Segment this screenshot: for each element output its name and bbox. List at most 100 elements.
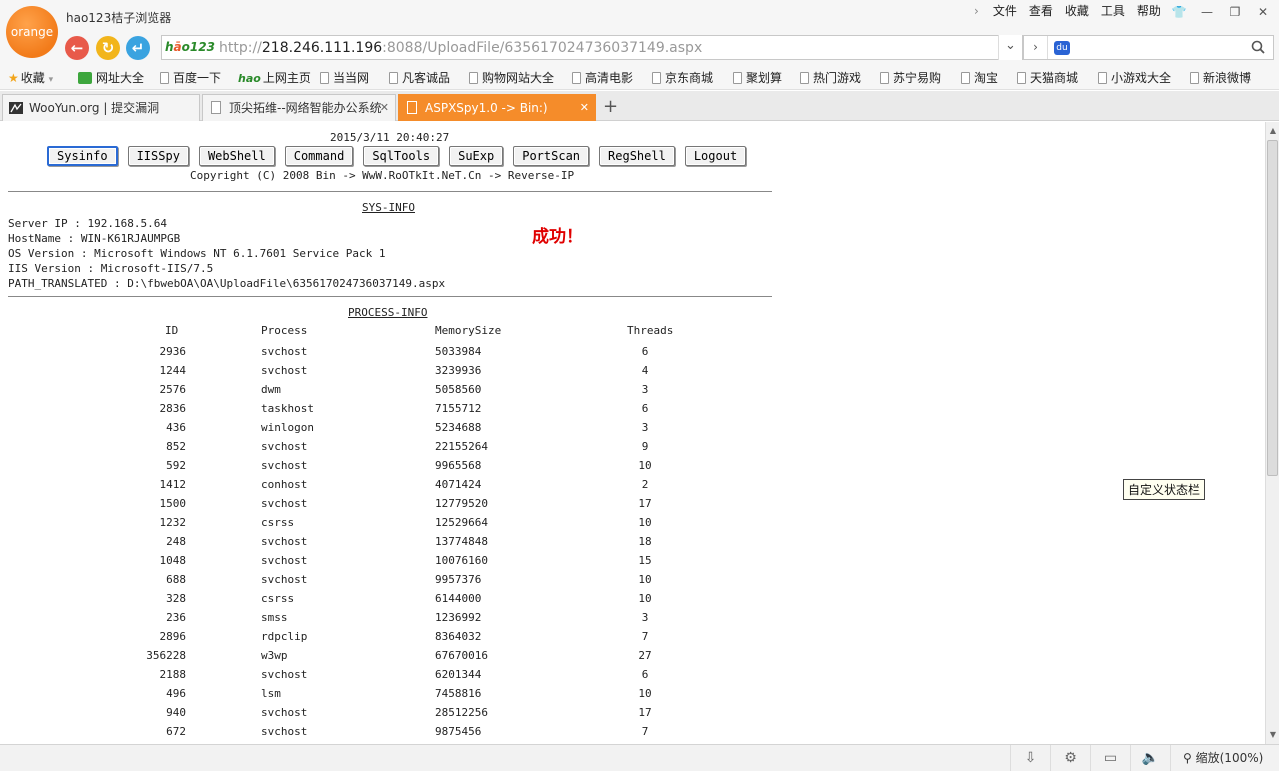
process-threads: 17: [638, 706, 652, 719]
shirt-skin-icon[interactable]: 👕: [1170, 4, 1188, 20]
process-threads: 17: [638, 497, 652, 510]
chevron-right-icon[interactable]: ›: [968, 3, 987, 19]
maximize-icon[interactable]: ❐: [1226, 4, 1244, 20]
bookmark-item[interactable]: 热门游戏: [800, 69, 861, 86]
iisspy-button[interactable]: IISSpy: [127, 146, 189, 166]
sys-info-title: SYS-INFO: [362, 201, 415, 214]
divider: [8, 191, 772, 192]
command-button[interactable]: Command: [284, 146, 354, 166]
download-icon[interactable]: ⇩: [1010, 745, 1050, 771]
process-memory: 67670016: [435, 649, 488, 662]
screen-icon[interactable]: ▭: [1090, 745, 1130, 771]
process-id: 2896: [159, 630, 187, 643]
bookmark-favorites[interactable]: ★ 收藏 ▾: [8, 69, 53, 86]
bookmark-item[interactable]: 天猫商城: [1017, 69, 1078, 86]
bookmark-item[interactable]: 新浪微博: [1190, 69, 1251, 86]
zoom-control[interactable]: ⚲ 缩放(100%): [1170, 745, 1263, 771]
regshell-button[interactable]: RegShell: [599, 146, 675, 166]
bookmark-item[interactable]: 百度一下: [160, 69, 221, 86]
page-icon: [320, 72, 329, 84]
address-dropdown-button[interactable]: ⌄: [998, 35, 1022, 60]
bookmark-item[interactable]: hao 上网主页: [238, 69, 311, 86]
settings-gear-icon[interactable]: ⚙: [1050, 745, 1090, 771]
menu-file[interactable]: 文件: [987, 3, 1023, 19]
process-name: rdpclip: [261, 630, 308, 643]
process-memory: 9957376: [435, 573, 482, 586]
bookmark-label: 上网主页: [262, 71, 311, 85]
bookmark-item[interactable]: 凡客诚品: [389, 69, 450, 86]
dropdown-arrow-icon[interactable]: ▾: [49, 75, 54, 85]
forward-chevron-icon[interactable]: ›: [1024, 36, 1048, 59]
minimize-icon[interactable]: —: [1198, 4, 1216, 20]
bookmark-label: 网址大全: [96, 71, 145, 85]
bookmark-item[interactable]: 当当网: [320, 69, 369, 86]
process-threads: 10: [638, 687, 652, 700]
bookmark-item[interactable]: 苏宁易购: [880, 69, 941, 86]
baidu-paw-icon[interactable]: du: [1054, 41, 1070, 55]
bookmark-item[interactable]: 购物网站大全: [469, 69, 554, 86]
search-icon[interactable]: [1251, 40, 1265, 54]
bookmark-item[interactable]: 小游戏大全: [1098, 69, 1171, 86]
process-threads: 4: [641, 364, 649, 377]
process-threads: 10: [638, 573, 652, 586]
new-tab-button[interactable]: +: [603, 97, 618, 117]
back-button[interactable]: ←: [65, 36, 89, 60]
process-name: w3wp: [261, 649, 288, 662]
portscan-button[interactable]: PortScan: [513, 146, 590, 166]
process-threads: 3: [641, 421, 649, 434]
suexp-button[interactable]: SuExp: [449, 146, 504, 166]
menu-view[interactable]: 查看: [1023, 3, 1059, 19]
url-text[interactable]: http://218.246.111.196:8088/UploadFile/6…: [219, 40, 702, 56]
vertical-scrollbar[interactable]: ▲ ▼: [1265, 122, 1279, 744]
volume-icon[interactable]: 🔈: [1130, 745, 1170, 771]
process-name: svchost: [261, 706, 308, 719]
close-icon[interactable]: ✕: [1254, 4, 1272, 20]
col-header-memory: MemorySize: [435, 324, 502, 337]
tab-close-icon[interactable]: ✕: [580, 95, 589, 121]
bookmark-label: 天猫商城: [1030, 71, 1079, 85]
table-row: 2188 svchost 6201344 6: [0, 668, 772, 687]
tab-aspxspy[interactable]: ASPXSpy1.0 -> Bin:) ✕: [398, 94, 596, 121]
process-id: 672: [166, 725, 186, 738]
bookmark-item[interactable]: 京东商城: [652, 69, 713, 86]
table-row: 236 smss 1236992 3: [0, 611, 772, 630]
bookmark-item[interactable]: 淘宝: [961, 69, 998, 86]
process-name: csrss: [261, 592, 295, 605]
menu-favorites[interactable]: 收藏: [1059, 3, 1095, 19]
menu-tools[interactable]: 工具: [1095, 3, 1131, 19]
process-memory: 5033984: [435, 345, 482, 358]
scroll-down-icon[interactable]: ▼: [1266, 728, 1279, 742]
bookmark-item[interactable]: 网址大全: [78, 69, 144, 86]
menu-help[interactable]: 帮助: [1131, 3, 1167, 19]
process-threads: 7: [641, 630, 649, 643]
sysinfo-button[interactable]: Sysinfo: [47, 146, 118, 166]
home-button[interactable]: ↵: [126, 36, 150, 60]
process-threads: 3: [641, 611, 649, 624]
search-box[interactable]: › du: [1023, 35, 1274, 60]
bookmark-label: 购物网站大全: [482, 71, 555, 85]
tab-close-icon[interactable]: ✕: [380, 95, 389, 121]
process-name: svchost: [261, 554, 308, 567]
tab-office-system[interactable]: 顶尖拓维--网络智能办公系统 ✕: [202, 94, 396, 121]
process-memory: 7458816: [435, 687, 482, 700]
logout-button[interactable]: Logout: [684, 146, 747, 166]
process-name: winlogon: [261, 421, 314, 434]
table-row: 672 svchost 9875456 7: [0, 725, 772, 744]
bookmark-item[interactable]: 高清电影: [572, 69, 633, 86]
tab-wooyun[interactable]: WooYun.org | 提交漏洞: [2, 94, 200, 121]
page-icon: [211, 101, 221, 114]
process-threads: 10: [638, 516, 652, 529]
scroll-thumb[interactable]: [1267, 140, 1278, 476]
sqltools-button[interactable]: SqlTools: [363, 146, 440, 166]
page-content: 2015/3/11 20:40:27 Sysinfo IISSpy WebShe…: [0, 122, 1265, 744]
process-id: 1048: [159, 554, 187, 567]
status-bar: ⇩ ⚙ ▭ 🔈 ⚲ 缩放(100%): [0, 744, 1279, 771]
process-id: 436: [166, 421, 186, 434]
bookmark-item[interactable]: 聚划算: [733, 69, 782, 86]
address-bar[interactable]: hāo123 http://218.246.111.196:8088/Uploa…: [161, 35, 1023, 60]
process-id: 688: [166, 573, 186, 586]
refresh-button[interactable]: ↻: [96, 36, 120, 60]
tab-label: WooYun.org | 提交漏洞: [29, 101, 160, 115]
webshell-button[interactable]: WebShell: [198, 146, 275, 166]
scroll-up-icon[interactable]: ▲: [1266, 124, 1279, 138]
